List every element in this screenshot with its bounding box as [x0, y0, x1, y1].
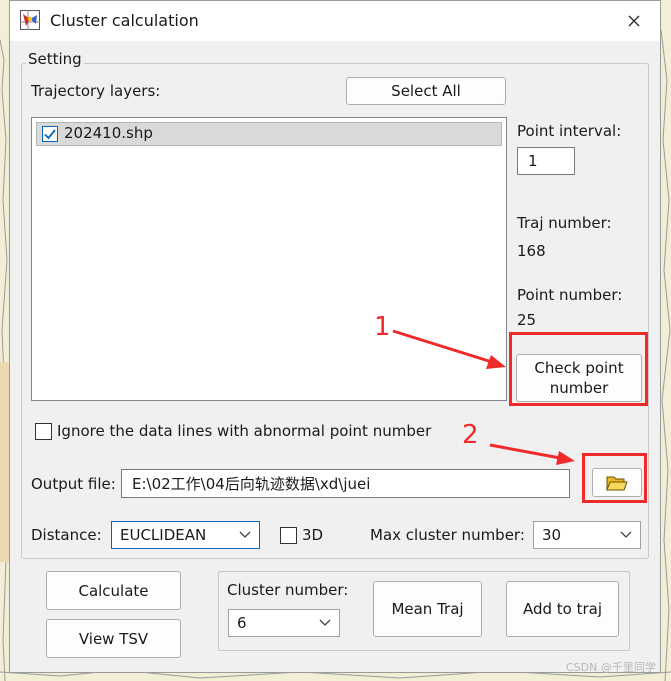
watermark: CSDN @千里同学 — [566, 661, 656, 674]
annotation-arrows — [392, 329, 575, 465]
